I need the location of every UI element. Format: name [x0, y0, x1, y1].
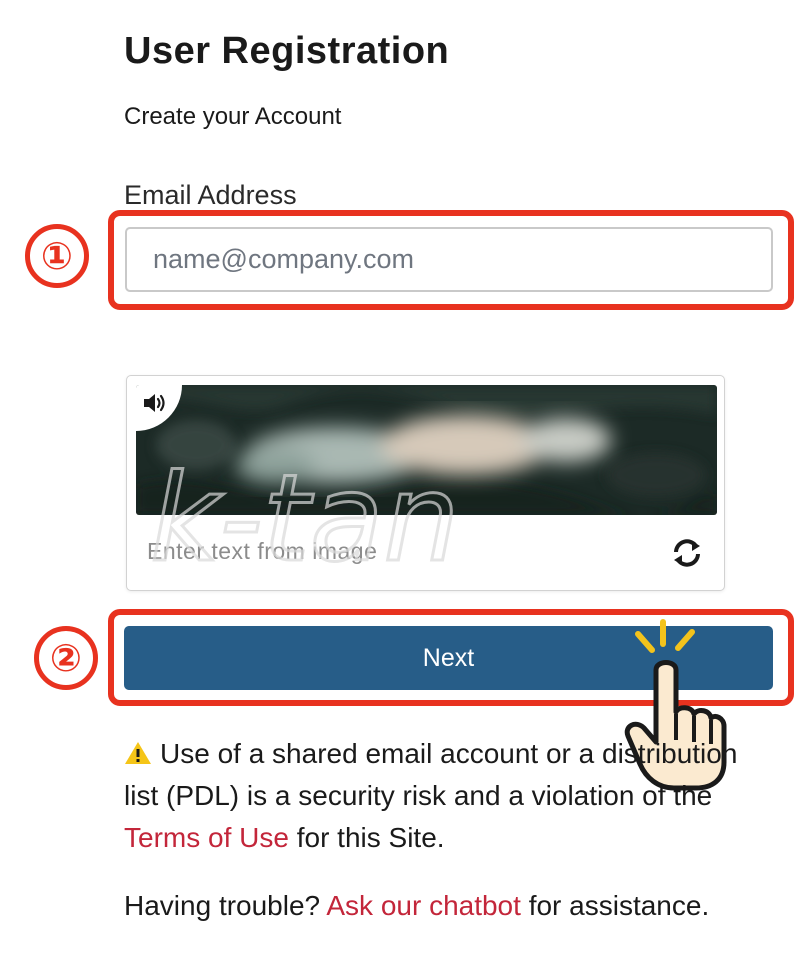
- chatbot-link[interactable]: Ask our chatbot: [326, 890, 521, 921]
- page-subtitle: Create your Account: [124, 103, 342, 130]
- step-1-badge: ①: [25, 224, 89, 288]
- captcha-image: [136, 385, 717, 515]
- email-label: Email Address: [124, 180, 297, 210]
- step-1-highlight: [108, 210, 794, 310]
- page-title: User Registration: [124, 30, 450, 72]
- step-2-badge: ②: [34, 626, 98, 690]
- refresh-captcha-button[interactable]: [670, 536, 704, 570]
- warning-text: Use of a shared email account or a distr…: [124, 738, 738, 811]
- speaker-icon: [144, 394, 165, 412]
- refresh-icon: [674, 539, 700, 567]
- captcha-input[interactable]: [137, 528, 677, 574]
- warning-icon: [125, 742, 151, 764]
- help-text-start: Having trouble?: [124, 890, 321, 921]
- captcha-widget: [126, 375, 725, 591]
- step-2-highlight: [108, 609, 794, 706]
- help-text: Having trouble? Ask our chatbot for assi…: [124, 885, 764, 926]
- help-text-end: for assistance.: [528, 890, 710, 921]
- terms-of-use-link[interactable]: Terms of Use: [124, 822, 289, 853]
- shared-account-warning: Use of a shared email account or a distr…: [124, 733, 764, 859]
- warning-text-end: for this Site.: [296, 822, 445, 853]
